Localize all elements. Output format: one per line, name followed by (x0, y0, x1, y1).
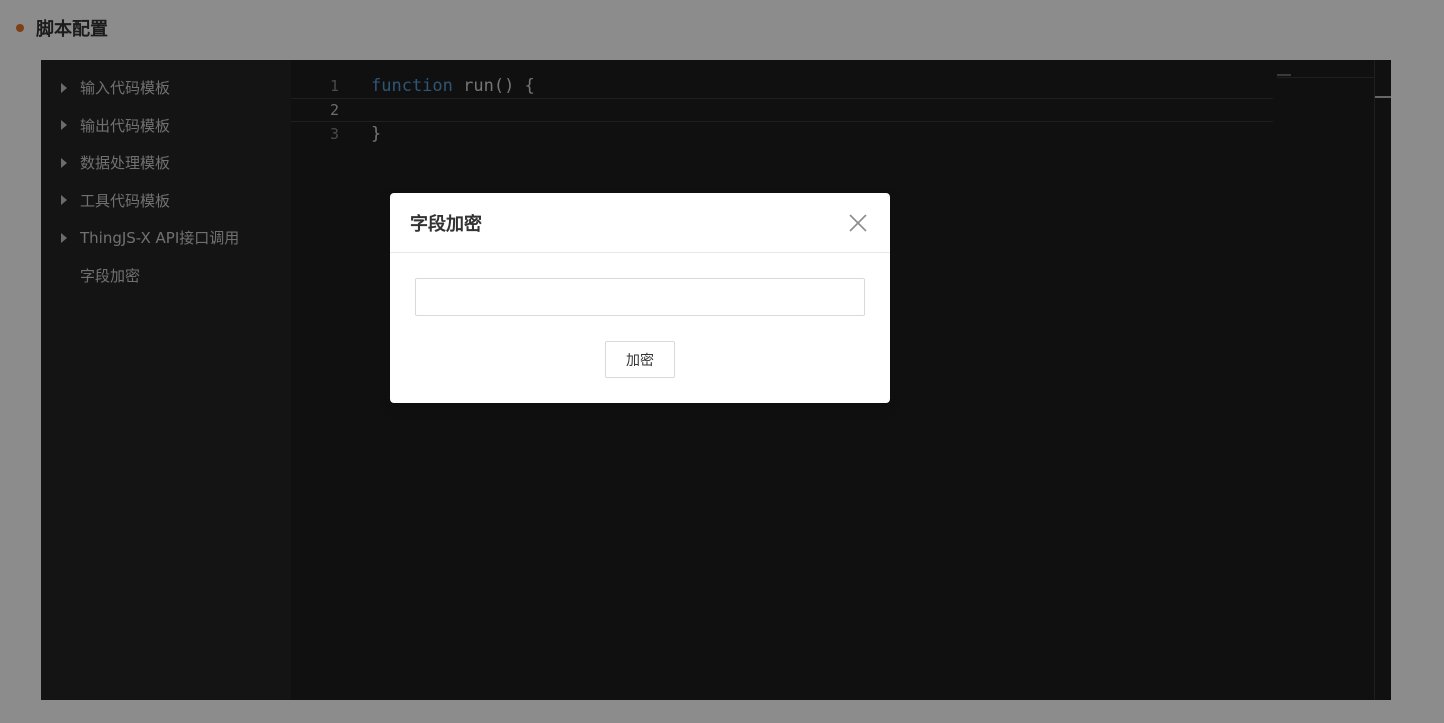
dialog-body: 加密 (390, 253, 890, 378)
dialog-title: 字段加密 (410, 213, 482, 235)
close-icon-svg (849, 213, 867, 232)
close-icon[interactable] (846, 211, 870, 235)
field-encrypt-dialog: 字段加密 加密 (390, 193, 890, 403)
encrypt-text-input[interactable] (415, 278, 865, 316)
encrypt-button[interactable]: 加密 (605, 341, 675, 378)
dialog-actions: 加密 (415, 341, 865, 378)
dialog-header: 字段加密 (390, 193, 890, 253)
